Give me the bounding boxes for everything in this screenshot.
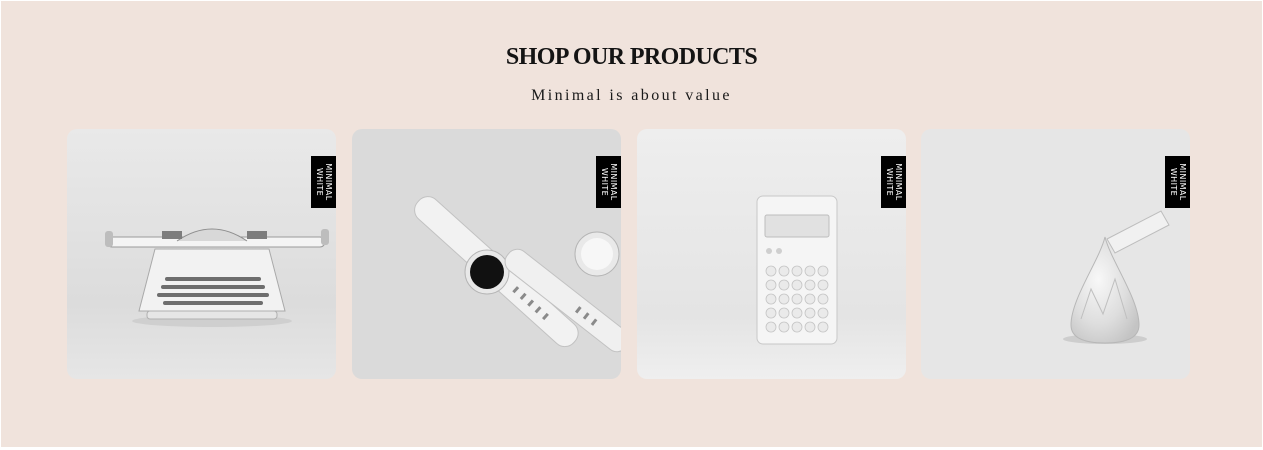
brand-badge: MINIMAL WHITE bbox=[596, 156, 621, 208]
product-card-calculator[interactable]: MINIMAL WHITE bbox=[637, 129, 906, 379]
section-subtitle: Minimal is about value bbox=[531, 87, 732, 104]
brand-badge-line2: WHITE bbox=[884, 167, 894, 197]
brand-badge: MINIMAL WHITE bbox=[881, 156, 906, 208]
brand-badge: MINIMAL WHITE bbox=[311, 156, 336, 208]
brand-badge-line2: WHITE bbox=[314, 167, 324, 197]
brand-badge-line2: WHITE bbox=[599, 167, 609, 197]
brand-badge-line1: MINIMAL bbox=[893, 163, 903, 201]
product-card-wrapped-chocolate[interactable]: MINIMAL WHITE bbox=[921, 129, 1190, 379]
wrapped-chocolate-image bbox=[921, 129, 1190, 379]
calculator-image bbox=[637, 129, 906, 379]
brand-badge-line1: MINIMAL bbox=[608, 163, 618, 201]
brand-badge: MINIMAL WHITE bbox=[1165, 156, 1190, 208]
products-section: SHOP OUR PRODUCTS Minimal is about value bbox=[1, 1, 1262, 447]
section-title: SHOP OUR PRODUCTS bbox=[505, 44, 758, 70]
typewriter-image bbox=[67, 129, 336, 379]
brand-badge-line1: MINIMAL bbox=[1177, 163, 1187, 201]
product-card-watches[interactable]: MINIMAL WHITE bbox=[352, 129, 621, 379]
brand-badge-line1: MINIMAL bbox=[323, 163, 333, 201]
wristwatches-image bbox=[352, 129, 621, 379]
brand-badge-line2: WHITE bbox=[1168, 167, 1178, 197]
product-card-typewriter[interactable]: MINIMAL WHITE bbox=[67, 129, 336, 379]
